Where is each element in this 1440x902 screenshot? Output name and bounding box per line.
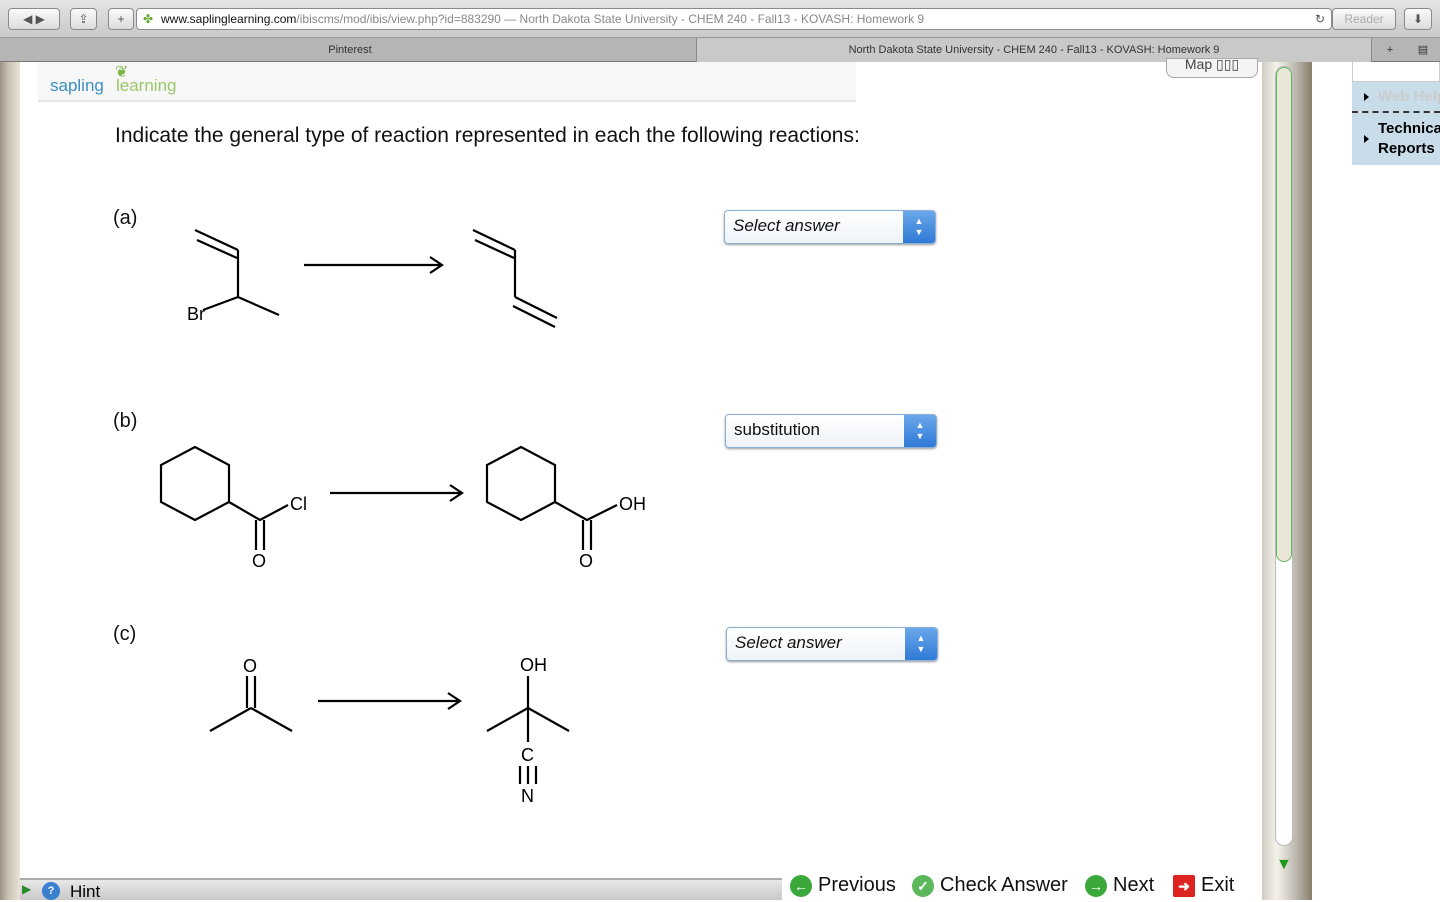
atom-label: O	[243, 656, 257, 676]
scroll-down-icon[interactable]: ▼	[1276, 856, 1292, 874]
atom-label: O	[252, 551, 266, 571]
arrow-right-icon: →	[1085, 874, 1107, 897]
exit-button[interactable]: ➜ Exit	[1173, 874, 1234, 897]
atom-label: OH	[619, 494, 646, 514]
atom-label: Br	[187, 304, 205, 324]
reaction-structures: Br Cl O OH O O OH C N	[159, 229, 646, 806]
expand-icon: ▶	[22, 882, 32, 896]
hint-button[interactable]: Hint	[70, 882, 100, 902]
arrow-left-icon: ←	[790, 874, 812, 897]
hint-bar: ▶? Hint	[20, 878, 782, 902]
sidebar-item-technical-reports[interactable]: Technical Reports	[1352, 113, 1440, 165]
exit-door-icon: ➜	[1173, 874, 1195, 897]
reaction-b: Cl O OH O	[159, 445, 646, 571]
next-button[interactable]: → Next	[1085, 874, 1154, 897]
atom-label: N	[521, 786, 534, 806]
reaction-c: O OH C N	[209, 655, 570, 806]
help-sidebar: Web Help Technical Reports	[1352, 62, 1440, 165]
atom-label: C	[521, 745, 534, 765]
atom-label: Cl	[290, 494, 307, 514]
atom-label: OH	[520, 655, 547, 675]
atom-label: O	[579, 551, 593, 571]
sidebar-item-web-help[interactable]: Web Help	[1352, 82, 1440, 113]
scrollbar[interactable]	[1275, 66, 1293, 846]
previous-button[interactable]: ← Previous	[790, 874, 896, 897]
checkmark-icon: ✓	[912, 874, 934, 897]
reaction-a: Br	[187, 229, 558, 328]
check-answer-button[interactable]: ✓ Check Answer	[912, 874, 1068, 897]
hint-icon: ?	[42, 882, 60, 900]
scrollbar-thumb[interactable]	[1276, 67, 1292, 562]
